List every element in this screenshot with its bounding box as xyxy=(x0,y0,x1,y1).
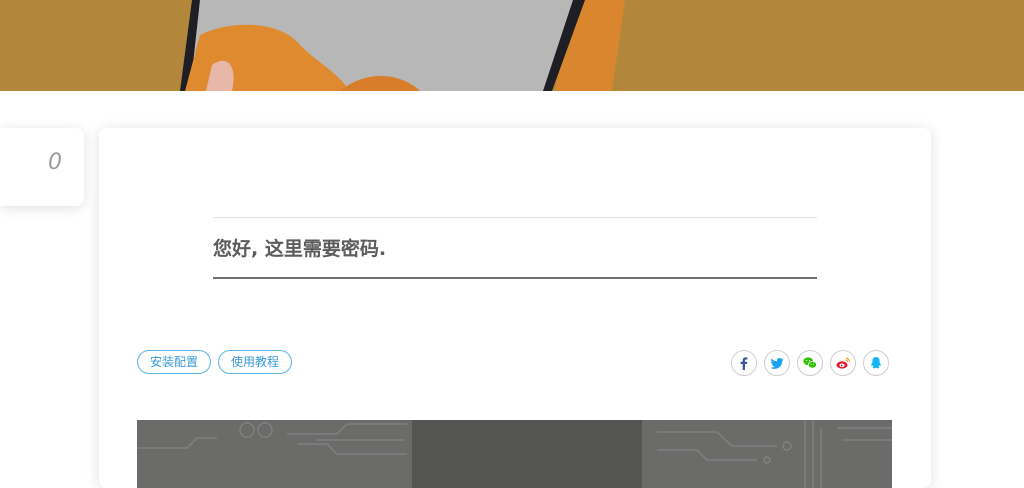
share-weibo-button[interactable] xyxy=(830,350,856,376)
divider-top xyxy=(213,217,817,218)
password-required-message: 您好, 这里需要密码. xyxy=(213,238,387,260)
share-wechat-button[interactable] xyxy=(797,350,823,376)
twitter-icon xyxy=(770,358,784,369)
weibo-icon xyxy=(836,357,850,369)
tag-list: 安装配置 使用教程 xyxy=(137,350,293,374)
share-qq-button[interactable] xyxy=(863,350,889,376)
hero-image xyxy=(0,0,1024,91)
wechat-icon xyxy=(803,357,817,369)
comment-count-card[interactable]: 0 xyxy=(0,128,84,206)
share-twitter-button[interactable] xyxy=(764,350,790,376)
divider-bottom xyxy=(213,277,817,279)
share-buttons xyxy=(731,350,889,376)
share-facebook-button[interactable] xyxy=(731,350,757,376)
featured-image xyxy=(137,420,892,488)
tag-install-config[interactable]: 安装配置 xyxy=(137,350,212,374)
post-card: 您好, 这里需要密码. 安装配置 使用教程 xyxy=(99,128,931,488)
comment-count: 0 xyxy=(48,150,62,175)
tag-usage-tutorial[interactable]: 使用教程 xyxy=(218,350,293,374)
circuit-board-illustration xyxy=(137,420,892,488)
qq-icon xyxy=(871,357,881,369)
hero-illustration xyxy=(0,0,1024,91)
facebook-icon xyxy=(740,357,748,370)
